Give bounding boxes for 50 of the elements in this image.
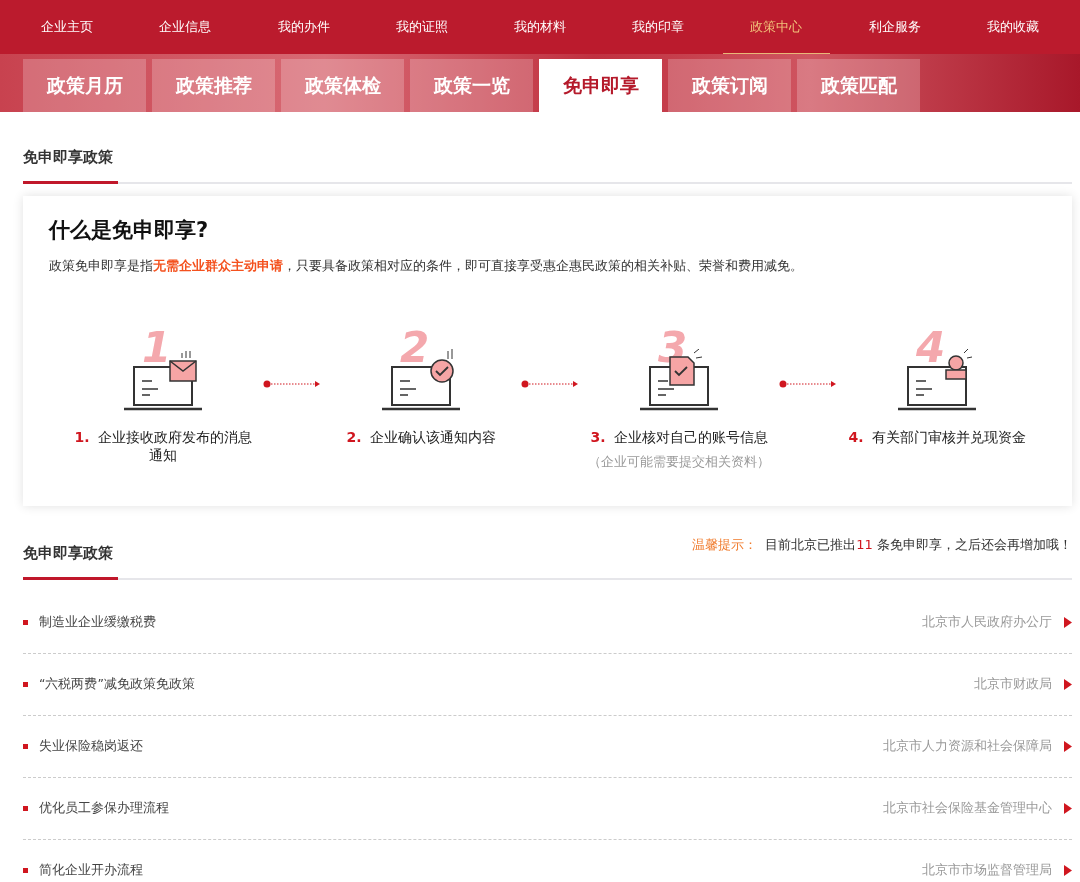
bullet-icon [23, 806, 28, 811]
nav-link[interactable]: 企业主页 [14, 0, 121, 54]
policy-link[interactable]: “六税两费”减免政策免政策 [39, 676, 974, 693]
bullet-icon [23, 744, 28, 749]
bullet-icon [23, 620, 28, 625]
caret-right-icon[interactable] [1064, 679, 1072, 690]
dotted-arrow [779, 379, 837, 389]
nav-link[interactable]: 利企服务 [841, 0, 948, 54]
section-title: 免申即享政策 [23, 148, 118, 184]
tab[interactable]: 政策订阅 [668, 59, 791, 112]
step-note: （企业可能需要提交相关资料） [588, 453, 770, 471]
policy-link[interactable]: 优化员工参保办理流程 [39, 800, 883, 817]
step-digit: 1 [142, 323, 172, 372]
bullet-icon [23, 868, 28, 873]
policy-link[interactable]: 制造业企业缓缴税费 [39, 614, 922, 631]
dotted-arrow [521, 379, 579, 389]
department-text: 北京市人力资源和社会保障局 [883, 738, 1052, 755]
step-digit: 4 [916, 323, 946, 372]
step-digit: 2 [400, 323, 430, 372]
card-title: 什么是免申即享? [49, 217, 210, 244]
caret-right-icon[interactable] [1064, 617, 1072, 628]
bullet-icon [23, 682, 28, 687]
policy-link[interactable]: 失业保险稳岗返还 [39, 738, 883, 755]
department-text: 北京市市场监督管理局 [922, 862, 1052, 879]
step-label: 1. 企业接收政府发布的消息通知 [73, 429, 253, 465]
tip-label: 温馨提示： [692, 537, 758, 552]
department-text: 北京市财政局 [974, 676, 1052, 693]
nav-link[interactable]: 企业信息 [132, 0, 239, 54]
step-label: 2. 企业确认该通知内容 [345, 429, 497, 447]
tab[interactable]: 政策匹配 [797, 59, 920, 112]
department-text: 北京市人民政府办公厅 [922, 614, 1052, 631]
tab[interactable]: 政策一览 [410, 59, 533, 112]
tip-text: 目前北京已推出11 条免申即享，之后还会再增加哦！ [765, 537, 1072, 552]
caret-right-icon[interactable] [1064, 803, 1072, 814]
tab[interactable]: 政策月历 [23, 59, 146, 112]
nav-link[interactable]: 我的印章 [605, 0, 712, 54]
policy-link[interactable]: 简化企业开办流程 [39, 862, 922, 879]
intro-text: 政策免申即享是指无需企业群众主动申请，只要具备政策相对应的条件，即可直接享受惠企惠民政策的相关补贴、荣誉和费用减免。 [49, 258, 804, 275]
step-label: 3. 企业核对自己的账号信息 [589, 429, 769, 447]
step-label: 4. 有关部门审核并兑现资金 [847, 429, 1027, 447]
caret-right-icon[interactable] [1064, 865, 1072, 876]
caret-right-icon[interactable] [1064, 741, 1072, 752]
dotted-arrow [263, 379, 321, 389]
nav-link[interactable]: 我的收藏 [959, 0, 1066, 54]
nav-link[interactable]: 我的材料 [486, 0, 594, 54]
section-title: 免申即享政策 [23, 544, 118, 580]
department-text: 北京市社会保险基金管理中心 [883, 800, 1052, 817]
tab[interactable]: 免申即享 [539, 59, 662, 112]
nav-link[interactable]: 我的证照 [368, 0, 475, 54]
nav-link[interactable]: 我的办件 [250, 0, 357, 54]
